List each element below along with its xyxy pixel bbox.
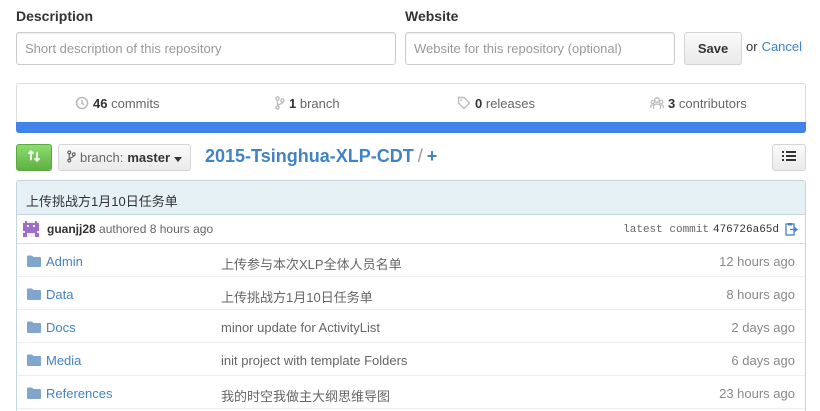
history-icon (75, 96, 89, 113)
commit-title: 上传挑战方1月10日任务单 (17, 181, 805, 215)
branch-label: branch (299, 96, 340, 111)
compare-button[interactable] (16, 144, 52, 171)
file-age: 12 hours ago (719, 254, 795, 269)
branch-selector[interactable]: branch: master (58, 144, 192, 171)
authored-time: authored 8 hours ago (99, 222, 214, 236)
file-age: 6 days ago (731, 353, 795, 368)
folder-icon (27, 321, 41, 336)
repo-name-link[interactable]: 2015-Tsinghua-XLP-CDT (205, 146, 414, 166)
organization-icon (650, 96, 664, 113)
commits-link[interactable]: 46 commits (75, 96, 159, 113)
repo-meta-form: Description Website Save or Cancel (16, 8, 806, 68)
contributors-count: 3 (668, 96, 676, 111)
file-name-link[interactable]: Admin (46, 254, 83, 269)
description-input[interactable] (16, 32, 396, 65)
clipboard-icon[interactable] (785, 222, 799, 239)
folder-icon (27, 387, 41, 402)
file-list: Admin 上传参与本次XLP全体人员名单 12 hours ago Data 上传挑战… (17, 244, 805, 409)
commit-sha[interactable]: 476726a65d (713, 224, 779, 236)
branch-icon (67, 149, 76, 166)
contributors-label: contributors (678, 96, 747, 111)
file-commit-message[interactable]: 上传挑战方1月10日任务单 (221, 287, 373, 306)
commits-count: 46 (93, 96, 108, 111)
compare-icon (27, 149, 41, 166)
file-row: Docs minor update for ActivityList 2 days … (17, 310, 805, 343)
website-input[interactable] (405, 32, 675, 65)
list-icon (782, 150, 796, 165)
folder-icon (27, 288, 41, 303)
file-row: Media init project with template Folders 6… (17, 343, 805, 376)
file-name-link[interactable]: Data (46, 287, 73, 302)
file-age: 8 hours ago (726, 287, 795, 302)
branch-icon (275, 96, 285, 113)
branches-link[interactable]: 1 branch (275, 96, 340, 113)
breadcrumb: 2015-Tsinghua-XLP-CDT / + (205, 146, 437, 167)
releases-count: 0 (475, 96, 483, 111)
or-cancel: or Cancel (746, 39, 802, 54)
file-browser: 上传挑战方1月10日任务单 guanjj28 authored 8 hours … (16, 180, 806, 411)
file-navigation: branch: master 2015-Tsinghua-XLP-CDT / + (16, 144, 806, 172)
file-commit-message[interactable]: 我的时空我做主大纲思维导图 (221, 386, 390, 405)
new-file-link[interactable]: + (427, 146, 438, 166)
file-age: 2 days ago (731, 320, 795, 335)
file-name-link[interactable]: Media (46, 353, 81, 368)
numbers-summary: 46 commits 1 branch 0 releases 3 contrib… (16, 83, 806, 123)
branch-count: 1 (289, 96, 297, 111)
avatar[interactable] (23, 221, 39, 237)
branch-prefix: branch: (80, 150, 124, 165)
releases-label: releases (485, 96, 535, 111)
latest-commit: latest commit 476726a65d (623, 224, 779, 236)
save-button[interactable]: Save (684, 32, 742, 65)
breadcrumb-separator: / (417, 146, 423, 166)
folder-icon (27, 255, 41, 270)
releases-link[interactable]: 0 releases (457, 96, 535, 113)
author-name[interactable]: guanjj28 (47, 222, 96, 236)
file-name-link[interactable]: References (46, 386, 112, 401)
file-row: Admin 上传参与本次XLP全体人员名单 12 hours ago (17, 244, 805, 277)
cancel-link[interactable]: Cancel (762, 39, 802, 54)
file-commit-message[interactable]: minor update for ActivityList (221, 320, 380, 335)
or-text: or (746, 39, 758, 54)
commit-meta: guanjj28 authored 8 hours ago latest com… (17, 215, 805, 244)
description-label: Description (16, 8, 94, 24)
branch-name: master (127, 150, 171, 165)
latest-commit-label: latest commit (623, 224, 709, 236)
list-view-button[interactable] (772, 144, 806, 171)
commits-label: commits (111, 96, 160, 111)
language-bar (16, 122, 806, 133)
file-commit-message[interactable]: 上传参与本次XLP全体人员名单 (221, 254, 402, 273)
folder-icon (27, 354, 41, 369)
tag-icon (457, 96, 471, 113)
file-row: References 我的时空我做主大纲思维导图 23 hours ago (17, 376, 805, 409)
caret-down-icon (174, 150, 183, 165)
file-name-link[interactable]: Docs (46, 320, 76, 335)
contributors-link[interactable]: 3 contributors (650, 96, 747, 113)
commit-author: guanjj28 authored 8 hours ago (47, 222, 213, 236)
file-row: Data 上传挑战方1月10日任务单 8 hours ago (17, 277, 805, 310)
file-age: 23 hours ago (719, 386, 795, 401)
file-commit-message[interactable]: init project with template Folders (221, 353, 407, 368)
website-label: Website (405, 8, 459, 24)
